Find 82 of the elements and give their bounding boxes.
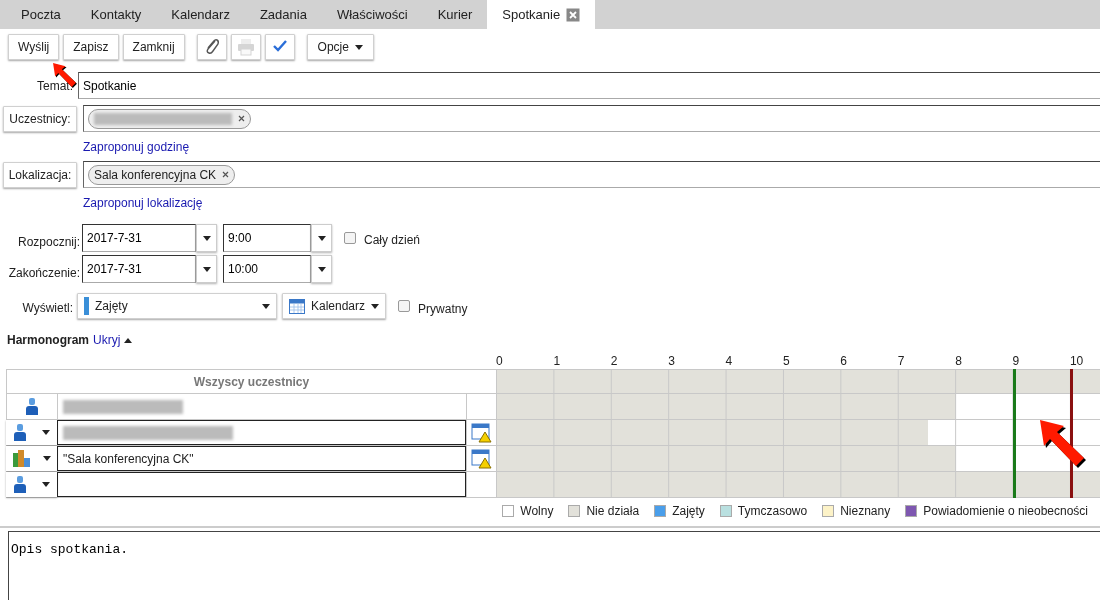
hour-label: 1: [553, 354, 561, 368]
legend-label: Tymczasowo: [737, 503, 808, 520]
section-title: Harmonogram: [7, 332, 89, 349]
checkbox-label: Cały dzień: [364, 231, 421, 249]
caret-icon: [317, 235, 326, 241]
triangle-icon: [124, 337, 133, 343]
status-select[interactable]: Zajęty: [77, 293, 277, 319]
chip[interactable]: [88, 108, 251, 129]
toggle-link[interactable]: Ukryj: [93, 331, 133, 349]
tab[interactable]: Zadania: [244, 0, 322, 29]
toolbar-button[interactable]: [196, 34, 227, 60]
dropdown-button[interactable]: [311, 255, 332, 283]
suggest-link[interactable]: Zaproponuj godzinę: [83, 140, 190, 154]
time-field[interactable]: 10:00: [223, 255, 311, 283]
date-field[interactable]: 2017-7-31: [82, 224, 196, 252]
calendar-button[interactable]: Kalendarz: [282, 293, 387, 319]
toolbar-button[interactable]: [264, 34, 295, 60]
hour-label: 10: [1069, 354, 1084, 368]
hour-label: 6: [840, 354, 848, 368]
tab[interactable]: Spotkanie: [487, 0, 596, 29]
attendee-field[interactable]: "Sala konferencyjna CK": [57, 446, 466, 471]
calendar-icon: [289, 298, 305, 314]
remove-icon: [222, 171, 230, 178]
legend-label: Wolny: [520, 503, 554, 520]
time-field[interactable]: 9:00: [223, 224, 311, 252]
hour-label: 7: [897, 354, 905, 368]
attendee-name: "Sala konferencyjna CK": [63, 450, 194, 468]
attendee-field[interactable]: [57, 420, 466, 445]
chip-label: Sala konferencyjna CK: [94, 166, 217, 184]
hour-label: 9: [1012, 354, 1020, 368]
field-button[interactable]: Uczestnicy:: [3, 105, 77, 132]
remove-icon: [238, 115, 245, 122]
subject-field[interactable]: Spotkanie: [78, 72, 1100, 99]
caret-icon: [317, 266, 326, 272]
date-field[interactable]: 2017-7-31: [82, 255, 196, 283]
status-bar-icon: [84, 297, 89, 315]
description-field[interactable]: Opis spotkania.: [8, 531, 1100, 600]
legend-label: Zajęty: [672, 503, 705, 520]
chip[interactable]: Sala konferencyjna CK: [88, 164, 236, 185]
tab[interactable]: Kurier: [422, 0, 488, 29]
field-button[interactable]: Lokalizacja:: [3, 161, 77, 188]
hour-label: 4: [725, 354, 733, 368]
checkbox-label: Prywatny: [418, 301, 468, 318]
field-label: Wyświetl:: [21, 300, 74, 317]
hour-label: 3: [668, 354, 675, 368]
hour-label: 8: [955, 354, 962, 368]
tab[interactable]: Właściwości: [321, 0, 423, 29]
legend-label: Nieznany: [840, 503, 891, 520]
checkbox[interactable]: [344, 232, 356, 244]
field-label: Rozpocznij:: [16, 234, 81, 251]
menu-button[interactable]: Opcje: [306, 34, 374, 60]
annotation-arrow: [1038, 418, 1088, 468]
checkbox[interactable]: [398, 300, 411, 312]
field-label: Temat:: [36, 77, 74, 95]
toolbar-button[interactable]: Zamknij: [122, 34, 185, 60]
printer-icon: [236, 38, 255, 56]
tab[interactable]: Kontakty: [75, 0, 157, 29]
recipient-field[interactable]: Sala konferencyjna CK: [83, 161, 1100, 188]
person-icon: [13, 424, 28, 441]
legend-label: Nie działa: [586, 503, 640, 520]
person-icon: [13, 476, 28, 493]
caret-icon: [202, 266, 211, 272]
suggest-link[interactable]: Zaproponuj lokalizację: [83, 196, 203, 210]
column-header: Wszyscy uczestnicy: [6, 369, 496, 394]
dropdown-button[interactable]: [311, 224, 332, 252]
dropdown-button[interactable]: [196, 255, 217, 283]
caret-icon: [202, 235, 211, 241]
toolbar-button[interactable]: Wyślij: [8, 34, 60, 60]
hour-label: 2: [610, 354, 618, 368]
tab[interactable]: Kalendarz: [156, 0, 245, 29]
field-label: Zakończenie:: [7, 265, 81, 282]
caret-icon: [262, 303, 270, 309]
tab[interactable]: Poczta: [6, 0, 76, 29]
legend-label: Powiadomienie o nieobecności: [923, 503, 1088, 520]
caret-icon: [371, 303, 380, 309]
dropdown-button[interactable]: [196, 224, 217, 252]
attendee-field[interactable]: [57, 472, 466, 497]
hour-label: 0: [496, 354, 503, 368]
recipient-field[interactable]: [83, 105, 1100, 132]
hour-label: 5: [782, 354, 790, 368]
caret-icon: [354, 44, 363, 50]
toolbar-button[interactable]: Zapisz: [63, 34, 119, 60]
